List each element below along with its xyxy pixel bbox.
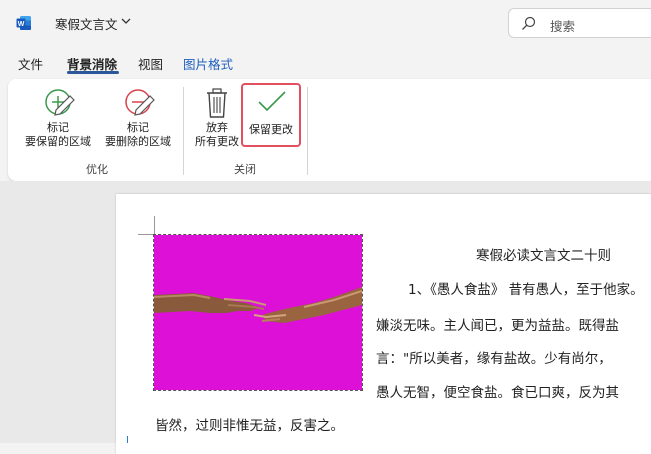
tab-picture-format[interactable]: 图片格式 bbox=[183, 54, 233, 73]
group-divider bbox=[183, 87, 184, 175]
search-input[interactable]: 搜索 bbox=[508, 8, 651, 38]
group-label-close: 关闭 bbox=[234, 163, 256, 176]
mark-keep-button[interactable]: 标记 要保留的区域 bbox=[18, 85, 98, 151]
mark-keep-line1: 标记 bbox=[47, 121, 69, 134]
mark-remove-line2: 要删除的区域 bbox=[105, 135, 171, 148]
document-title[interactable]: 寒假文言文 bbox=[55, 14, 118, 33]
discard-changes-button[interactable]: 放弃 所有更改 bbox=[190, 85, 244, 151]
tab-file[interactable]: 文件 bbox=[18, 54, 43, 73]
search-placeholder: 搜索 bbox=[550, 19, 576, 34]
search-icon bbox=[522, 16, 536, 30]
selected-image[interactable] bbox=[153, 234, 363, 391]
svg-text:W: W bbox=[18, 21, 25, 28]
document-heading: 寒假必读文言文二十则 bbox=[476, 248, 611, 264]
word-logo-icon: W bbox=[16, 16, 31, 30]
document-line: 愚人无智，便空食盐。食已口爽，反为其 bbox=[376, 385, 619, 401]
ribbon-tabs: 文件 背景消除 视图 图片格式 bbox=[0, 50, 651, 76]
margin-mark bbox=[138, 234, 154, 235]
chevron-down-icon[interactable] bbox=[121, 17, 131, 25]
plus-pencil-icon bbox=[45, 89, 75, 116]
text-cursor bbox=[127, 436, 132, 443]
discard-line1: 放弃 bbox=[206, 121, 228, 134]
tab-view[interactable]: 视图 bbox=[138, 54, 163, 73]
document-line: 1、《愚人食盐》 昔有愚人，至于他家。 bbox=[408, 282, 644, 298]
margin-mark bbox=[154, 216, 155, 234]
trash-icon bbox=[207, 88, 227, 118]
hands-image bbox=[154, 287, 362, 323]
discard-line2: 所有更改 bbox=[195, 135, 239, 148]
mark-keep-line2: 要保留的区域 bbox=[25, 135, 91, 148]
keep-changes-label: 保留更改 bbox=[249, 123, 293, 136]
checkmark-icon bbox=[258, 91, 286, 112]
document-line: 皆然，过则非惟无益，反害之。 bbox=[155, 418, 344, 434]
ribbon-panel: 标记 要保留的区域 标记 要删除的区域 优化 放弃 所有更改 保留更改 关闭 bbox=[8, 79, 651, 181]
mark-remove-line1: 标记 bbox=[127, 121, 149, 134]
minus-pencil-icon bbox=[125, 89, 155, 116]
title-bar: W 寒假文言文 搜索 bbox=[0, 0, 651, 46]
active-tab-indicator bbox=[67, 71, 119, 74]
document-line: 言："所以美者，缘有盐故。少有尚尔， bbox=[376, 351, 612, 367]
mark-remove-button[interactable]: 标记 要删除的区域 bbox=[98, 85, 178, 151]
document-line: 嫌淡无味。主人闻已，更为益盐。既得盐 bbox=[376, 318, 619, 334]
group-label-refine: 优化 bbox=[86, 163, 108, 176]
group-divider-end bbox=[307, 87, 308, 175]
keep-changes-button[interactable]: 保留更改 bbox=[241, 83, 301, 147]
